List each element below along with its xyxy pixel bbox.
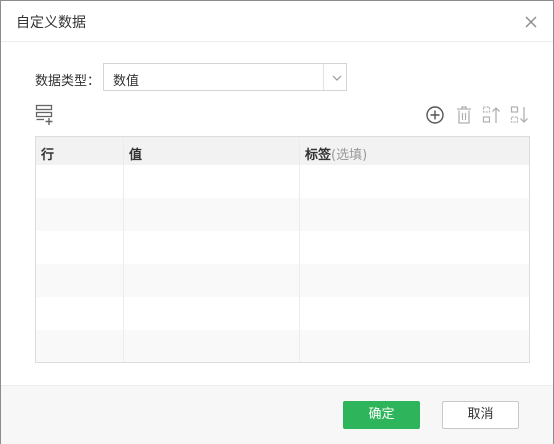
add-circle-icon[interactable] <box>425 105 445 125</box>
move-down-icon[interactable] <box>510 105 530 125</box>
column-header-label: 标签(选填) <box>305 144 367 163</box>
data-type-label: 数据类型： <box>35 74 101 89</box>
table-row[interactable] <box>36 264 529 297</box>
data-type-select[interactable]: 数值 <box>103 63 347 91</box>
select-divider <box>323 64 324 90</box>
confirm-button[interactable]: 确定 <box>343 401 420 429</box>
data-type-value: 数值 <box>113 74 140 89</box>
dialog-footer: 确定 取消 <box>1 385 553 444</box>
trash-icon[interactable] <box>455 105 473 125</box>
column-header-label-text: 标签 <box>305 148 332 163</box>
column-header-value: 值 <box>129 148 143 163</box>
move-up-icon[interactable] <box>482 105 502 125</box>
dialog-titlebar: 自定义数据 <box>1 1 553 42</box>
column-divider <box>299 137 300 362</box>
chevron-down-icon[interactable] <box>330 70 344 84</box>
table-row[interactable] <box>36 165 529 198</box>
cancel-button[interactable]: 取消 <box>442 401 519 429</box>
table-row[interactable] <box>36 297 529 330</box>
table-row[interactable] <box>36 198 529 231</box>
table-row[interactable] <box>36 231 529 264</box>
custom-data-dialog: 自定义数据 数据类型： 数值 行 值 标签(选填) 确定 取消 <box>0 0 554 444</box>
table-row[interactable] <box>36 330 529 362</box>
add-row-list-icon[interactable] <box>35 104 55 126</box>
close-icon[interactable] <box>522 13 540 31</box>
column-header-label-hint: (选填) <box>331 148 368 163</box>
column-divider <box>123 137 124 362</box>
column-header-row: 行 <box>41 148 55 163</box>
dialog-title: 自定义数据 <box>16 15 86 31</box>
custom-data-table: 行 值 标签(选填) <box>35 136 530 363</box>
table-header: 行 值 标签(选填) <box>36 137 529 165</box>
